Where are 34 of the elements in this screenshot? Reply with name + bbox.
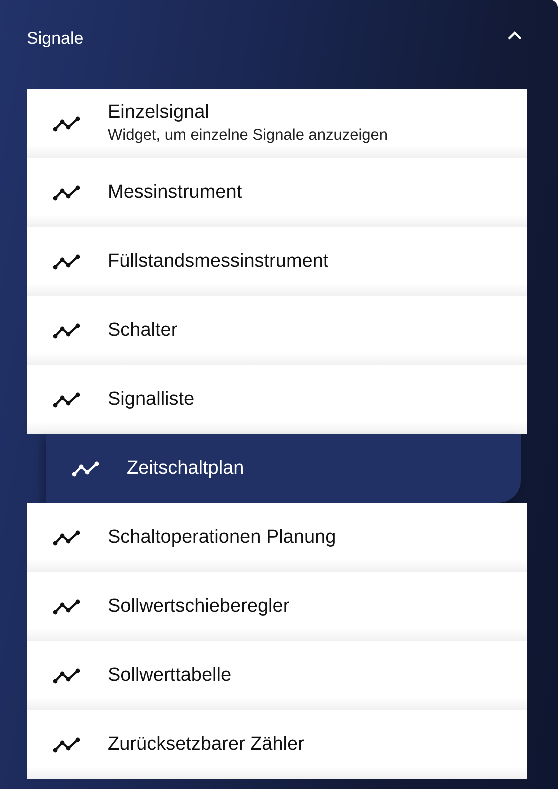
item-label: Zurücksetzbarer Zähler (108, 734, 304, 756)
line-chart-icon (53, 598, 81, 616)
item-label: Sollwerttabelle (108, 664, 232, 686)
item-label: Schaltoperationen Planung (108, 526, 336, 548)
list-item[interactable]: Einzelsignal Widget, um einzelne Signale anzuzeigen (27, 89, 527, 158)
item-description: Widget, um einzelne Signale anzuzeigen (108, 127, 388, 145)
line-chart-icon (53, 528, 81, 546)
line-chart-icon (53, 252, 81, 270)
list-item[interactable]: Zeitschaltplan (46, 434, 521, 503)
list-item[interactable]: Zurücksetzbarer Zähler (27, 710, 527, 779)
item-label: Sollwertschieberegler (108, 596, 290, 618)
list-item[interactable]: Sollwerttabelle (27, 641, 527, 710)
list-item[interactable]: Signalliste (27, 365, 527, 434)
item-label: Signalliste (108, 388, 195, 410)
item-label: Einzelsignal (108, 102, 210, 124)
line-chart-icon (53, 390, 81, 408)
line-chart-icon (53, 666, 81, 684)
section-header[interactable]: Signale (27, 0, 527, 78)
list-item[interactable]: Messinstrument (27, 158, 527, 227)
line-chart-icon (53, 322, 81, 340)
list-item[interactable]: Schaltoperationen Planung (27, 503, 527, 572)
line-chart-icon (53, 114, 81, 132)
item-label: Schalter (108, 320, 178, 342)
chevron-up-icon[interactable] (507, 31, 523, 41)
line-chart-icon (53, 184, 81, 202)
section-title: Signale (27, 29, 84, 49)
line-chart-icon (72, 460, 100, 478)
list-item[interactable]: Schalter (27, 296, 527, 365)
list-item[interactable]: Füllstandsmessinstrument (27, 227, 527, 296)
item-label: Zeitschaltplan (127, 458, 244, 480)
list-item[interactable]: Sollwertschieberegler (27, 572, 527, 641)
item-label: Messinstrument (108, 182, 242, 204)
item-label: Füllstandsmessinstrument (108, 250, 329, 272)
line-chart-icon (53, 736, 81, 754)
